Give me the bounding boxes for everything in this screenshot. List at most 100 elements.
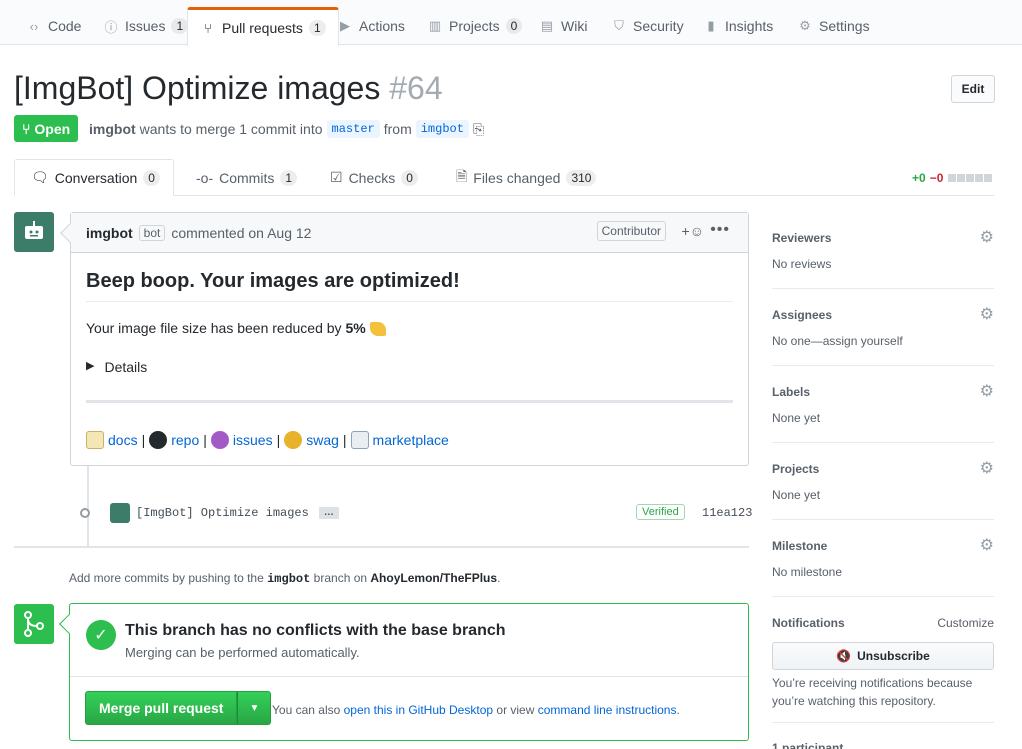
gear-icon[interactable]: ⚙ <box>980 304 994 324</box>
labels-value: None yet <box>772 411 821 425</box>
medal-icon <box>284 431 303 449</box>
merge-pull-request-button[interactable]: Merge pull request <box>85 691 238 725</box>
merge-divider <box>70 676 748 677</box>
code-icon: ‹› <box>29 18 39 34</box>
comment-header: imgbot bot commented on Aug 12 Contribut… <box>71 213 748 253</box>
commit-row: [ImgBot] Optimize images … Verified 11ea… <box>80 500 752 526</box>
marketplace-link[interactable]: marketplace <box>373 432 449 448</box>
file-diff-icon: 🗎 <box>456 167 468 184</box>
diffstat-added: +0 <box>912 171 926 185</box>
author-link[interactable]: imgbot <box>89 121 136 137</box>
comment-author[interactable]: imgbot <box>86 225 133 241</box>
commit-expand-button[interactable]: … <box>318 507 339 519</box>
merge-options-dropdown[interactable]: ▼ <box>237 691 272 725</box>
comment-box: imgbot bot commented on Aug 12 Contribut… <box>60 212 749 466</box>
projects-value: None yet <box>772 488 821 502</box>
comment-discussion-icon: 🗨 <box>31 169 49 185</box>
triangle-down-icon: ▼ <box>249 702 260 714</box>
tab-conversation[interactable]: 🗨 Conversation 0 <box>14 159 174 196</box>
commit-icon: -o- <box>196 169 214 186</box>
sidebar-notifications: Notifications Customize 🔇 Unsubscribe You… <box>772 616 994 723</box>
tab-projects[interactable]: ▥ Projects 0 <box>415 7 534 45</box>
comment-heading: Beep boop. Your images are optimized! <box>86 270 733 302</box>
unsubscribe-button[interactable]: 🔇 Unsubscribe <box>772 642 994 670</box>
gear-icon[interactable]: ⚙ <box>980 535 994 555</box>
issues-link[interactable]: issues <box>233 432 273 448</box>
verified-badge[interactable]: Verified <box>636 504 685 520</box>
github-desktop-link[interactable]: open this in GitHub Desktop <box>344 703 493 717</box>
pr-title: [ImgBot] Optimize images #64 <box>14 70 443 107</box>
pull-request-icon: ⑂ <box>22 120 31 137</box>
git-merge-icon <box>24 611 44 637</box>
milestone-value: No milestone <box>772 565 843 579</box>
tab-actions[interactable]: ▶ Actions <box>325 7 417 45</box>
merge-text: wants to merge 1 commit into <box>139 121 323 137</box>
more-options-icon[interactable]: ••• <box>710 221 730 239</box>
robot-icon <box>25 221 43 239</box>
participants-heading: 1 participant <box>772 741 844 749</box>
gear-icon: ⚙ <box>799 18 811 33</box>
commit-icon <box>80 508 90 518</box>
diffstat-removed: −0 <box>929 171 944 185</box>
reviewers-heading[interactable]: Reviewers <box>772 231 831 245</box>
swag-link[interactable]: swag <box>306 432 339 448</box>
tab-issues[interactable]: ⓘ Issues 1 <box>91 7 200 45</box>
comment-action: commented on Aug 12 <box>171 224 312 241</box>
command-line-link[interactable]: command line instructions <box>538 703 677 717</box>
assignees-heading[interactable]: Assignees <box>772 308 832 322</box>
tab-insights[interactable]: ▮ Insights <box>691 7 785 45</box>
shield-icon: ⛉ <box>614 18 624 33</box>
reduction-value: 5% <box>345 320 366 336</box>
merge-alternatives: You can also open this in GitHub Desktop… <box>272 703 680 717</box>
pr-meta: imgbot wants to merge 1 commit into mast… <box>89 120 484 138</box>
commit-avatar[interactable] <box>110 503 130 523</box>
details-toggle[interactable]: ▶ Details <box>86 359 147 375</box>
tab-pull-requests[interactable]: ⑂ Pull requests 1 <box>187 7 339 46</box>
edit-title-button[interactable]: Edit <box>951 75 995 103</box>
tab-checks[interactable]: ☑ Checks 0 <box>314 159 434 196</box>
sidebar-projects: Projects ⚙ None yet <box>772 460 994 520</box>
tab-code[interactable]: ‹› Code <box>14 7 93 45</box>
head-branch[interactable]: imgbot <box>415 120 469 138</box>
person-raising-hand-icon <box>210 431 229 449</box>
copy-icon[interactable]: ⎘ <box>473 121 484 138</box>
diffstat-bar <box>947 171 993 185</box>
customize-link[interactable]: Customize <box>937 616 994 630</box>
department-store-icon <box>350 431 369 449</box>
base-branch[interactable]: master <box>326 120 380 138</box>
issues-counter: 1 <box>171 18 189 34</box>
assignees-value[interactable]: No one—assign yourself <box>772 334 903 348</box>
docs-link[interactable]: docs <box>108 432 138 448</box>
commit-message[interactable]: [ImgBot] Optimize images <box>136 506 309 520</box>
timeline-end <box>14 546 749 548</box>
contributor-badge: Contributor <box>596 221 666 241</box>
tab-settings[interactable]: ⚙ Settings <box>785 7 882 45</box>
repo-link[interactable]: repo <box>171 432 199 448</box>
imgbot-avatar[interactable] <box>14 212 54 252</box>
comment-links: docs | repo | issues | swag | marketplac… <box>86 431 449 449</box>
gear-icon[interactable]: ⚙ <box>980 381 994 401</box>
gear-icon[interactable]: ⚙ <box>980 227 994 247</box>
merge-box: ✓ This branch has no conflicts with the … <box>59 603 749 741</box>
tab-security[interactable]: ⛉ Security <box>599 7 696 45</box>
project-icon: ▥ <box>428 18 442 33</box>
merge-status-icon <box>14 604 54 644</box>
repo-nav: ‹› Code ⓘ Issues 1 ⑂ Pull requests 1 ▶ Actions… <box>0 0 1022 46</box>
push-note: Add more commits by pushing to the imgbo… <box>69 571 501 586</box>
projects-heading[interactable]: Projects <box>772 462 819 476</box>
pr-number: #64 <box>389 70 443 106</box>
tab-files-changed[interactable]: 🗎 Files changed 310 <box>440 159 612 196</box>
labels-heading[interactable]: Labels <box>772 385 810 399</box>
sidebar-labels: Labels ⚙ None yet <box>772 383 994 443</box>
gear-icon[interactable]: ⚙ <box>980 458 994 478</box>
merge-subtitle: Merging can be performed automatically. <box>125 645 360 660</box>
add-reaction-icon[interactable]: +☺ <box>682 223 704 239</box>
tab-wiki[interactable]: ▤ Wiki <box>527 7 599 45</box>
tab-commits[interactable]: -o- Commits 1 <box>180 159 313 196</box>
commit-sha[interactable]: 11ea123 <box>702 506 752 520</box>
pull-requests-counter: 1 <box>308 20 326 36</box>
milestone-heading[interactable]: Milestone <box>772 539 827 553</box>
merge-caret <box>59 614 79 634</box>
bot-label: bot <box>138 224 166 241</box>
checks-counter: 0 <box>401 169 418 186</box>
